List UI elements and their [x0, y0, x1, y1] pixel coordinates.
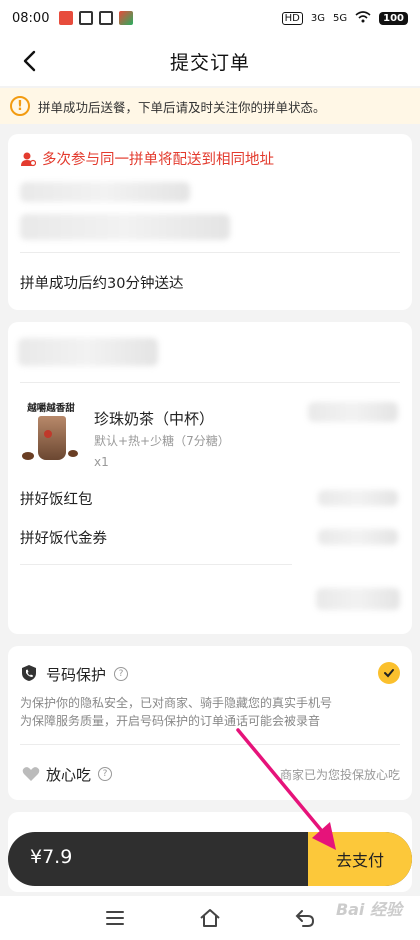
number-protect-desc-1: 为保护你的隐私安全，已对商家、骑手隐藏您的真实手机号 — [20, 696, 333, 710]
heart-icon — [22, 767, 40, 781]
blurred-contact — [20, 214, 230, 240]
menu-icon[interactable] — [104, 908, 126, 928]
blurred-total — [316, 588, 400, 610]
milk-tea-cup — [38, 416, 66, 460]
delivery-time-text: 拼单成功后约30分钟送达 — [20, 276, 184, 292]
page-title: 提交订单 — [169, 51, 250, 74]
system-status: HD 3G 5G 100 — [281, 10, 408, 26]
product-name: 珍珠奶茶（中杯） — [94, 410, 215, 428]
header: 提交订单 — [0, 36, 420, 86]
privacy-card: 号码保护 ? 为保护你的隐私安全，已对商家、骑手隐藏您的真实手机号 为保障服务质… — [8, 646, 412, 800]
wallet-icon — [99, 11, 114, 25]
red-packet-row[interactable]: 拼好饭红包 — [20, 488, 93, 509]
address-warning: 多次参与同一拼单将配送到相同地址 — [20, 148, 274, 169]
blurred-address — [20, 182, 190, 202]
safe-eat-info: 商家已为您投保放心吃 — [279, 768, 400, 782]
help-icon[interactable]: ? — [114, 667, 128, 681]
app-notification-icon — [59, 11, 74, 25]
divider — [20, 382, 400, 383]
clipboard-icon — [79, 11, 94, 25]
chevron-left-icon — [23, 50, 36, 72]
blurred-red-packet-value — [318, 490, 398, 506]
coffee-bean — [22, 452, 34, 460]
product-spec: 默认+热+少糖（7分糖） — [94, 434, 230, 448]
voucher-row[interactable]: 拼好饭代金券 — [20, 527, 107, 548]
back-nav-icon[interactable] — [294, 908, 316, 928]
number-protect-title: 号码保护 — [46, 666, 107, 684]
help-icon[interactable]: ? — [98, 767, 112, 781]
hd-icon: HD — [281, 11, 303, 25]
pay-bar: ¥7.9 去支付 — [8, 832, 412, 886]
divider — [20, 252, 400, 253]
notice-banner: ! 拼单成功后送餐，下单后请及时关注你的拼单状态。 — [0, 88, 420, 124]
phone-shield-icon — [22, 665, 36, 681]
clock: 08:00 — [12, 10, 50, 26]
signal-3g-icon: 3G — [310, 12, 325, 24]
warning-icon: ! — [10, 96, 30, 116]
blurred-voucher-value — [318, 529, 398, 545]
status-bar: 08:00 HD 3G 5G 100 — [0, 0, 420, 36]
address-card[interactable]: 多次参与同一拼单将配送到相同地址 拼单成功后约30分钟送达 — [8, 134, 412, 310]
total-price: ¥7.9 — [30, 846, 73, 868]
coffee-bean — [68, 450, 78, 457]
divider — [20, 744, 400, 745]
blurred-product-price — [308, 402, 398, 422]
watermark-logo: Bai 经验 — [335, 900, 402, 919]
product-image: 越嚼越香甜 — [20, 400, 82, 472]
blurred-shop-name — [18, 338, 158, 366]
number-protect-desc-2: 为保障服务质量，开启号码保护的订单通话可能会被录音 — [20, 714, 321, 728]
notice-text: 拼单成功后送餐，下单后请及时关注你的拼单状态。 — [38, 99, 326, 115]
person-icon — [21, 152, 36, 166]
safe-eat-title: 放心吃 — [46, 766, 92, 784]
product-brand-tag: 越嚼越香甜 — [27, 403, 75, 414]
divider — [20, 564, 292, 565]
check-icon — [384, 669, 394, 678]
number-protect-checkbox[interactable] — [378, 662, 400, 684]
order-card: 越嚼越香甜 珍珠奶茶（中杯） 默认+热+少糖（7分糖） x1 拼好饭红包 拼好饭… — [8, 322, 412, 634]
pay-button[interactable]: 去支付 — [308, 832, 412, 886]
notification-icons — [59, 11, 134, 25]
address-warning-text: 多次参与同一拼单将配送到相同地址 — [42, 152, 274, 168]
signal-5g-icon: 5G — [333, 12, 348, 24]
back-button[interactable] — [18, 48, 44, 74]
product-quantity: x1 — [94, 455, 109, 469]
home-icon[interactable] — [199, 908, 221, 928]
battery-icon: 100 — [379, 11, 408, 25]
wifi-icon — [355, 10, 371, 26]
image-icon — [119, 11, 134, 25]
